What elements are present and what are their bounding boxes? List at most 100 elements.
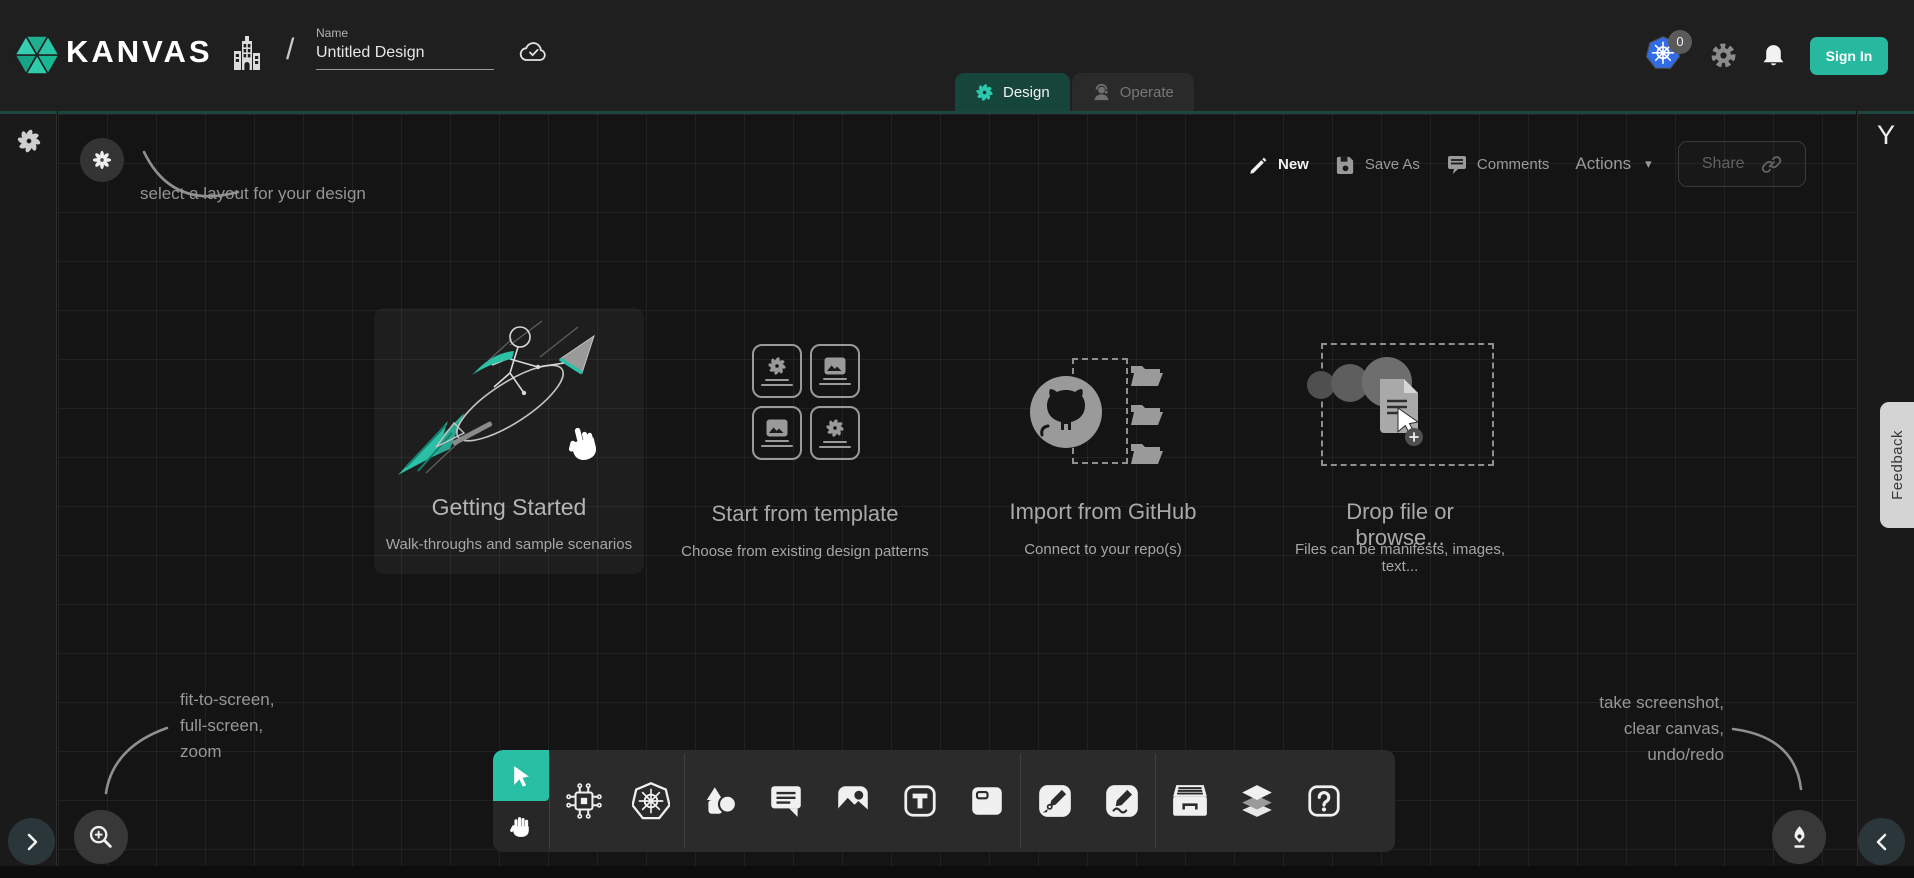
- pen-nib-icon: [1786, 824, 1813, 851]
- folder-icon: [1130, 362, 1164, 388]
- spiral-icon: [825, 418, 845, 438]
- pan-tool-button[interactable]: [493, 801, 549, 852]
- text-tool-button[interactable]: [886, 750, 953, 852]
- pointer-tools-cell: [493, 750, 549, 852]
- tools-toolbar: [493, 750, 1395, 852]
- comment-tool-button[interactable]: [752, 750, 819, 852]
- github-octocat-icon[interactable]: [1028, 374, 1104, 450]
- shapes-tool-button[interactable]: [685, 750, 752, 852]
- bottom-strip: [0, 866, 1914, 878]
- design-name-field[interactable]: Name Untitled Design: [316, 26, 494, 70]
- chip-node-icon: [565, 782, 603, 820]
- zoom-button[interactable]: [74, 810, 128, 864]
- new-button[interactable]: New: [1248, 154, 1309, 175]
- layout-hint-text: select a layout for your design: [140, 184, 366, 204]
- note-tool-icon: [968, 782, 1006, 820]
- design-name-value[interactable]: Untitled Design: [316, 44, 494, 70]
- tab-design-label: Design: [1003, 84, 1050, 101]
- comments-button[interactable]: Comments: [1446, 153, 1550, 175]
- layout-suggest-button[interactable]: [80, 138, 124, 182]
- credits-badge: 0: [1668, 30, 1692, 54]
- layers-tool-button[interactable]: [1223, 750, 1290, 852]
- actions-dropdown[interactable]: Actions ▾: [1575, 154, 1651, 174]
- tile-line: [765, 379, 789, 381]
- tile-line: [819, 383, 851, 385]
- chevron-right-icon: [24, 832, 40, 852]
- tile-line: [819, 446, 851, 448]
- image-icon: [766, 419, 788, 437]
- share-button[interactable]: Share: [1678, 141, 1806, 187]
- notifications-bell-icon[interactable]: [1761, 43, 1786, 68]
- card-title[interactable]: Import from GitHub: [1003, 499, 1203, 525]
- template-tile: [752, 344, 802, 398]
- pen-mode-button[interactable]: [1772, 810, 1826, 864]
- image-icon: [824, 357, 846, 375]
- share-label: Share: [1702, 155, 1745, 173]
- image-tool-button[interactable]: [819, 750, 886, 852]
- expand-panel-button[interactable]: [8, 818, 55, 865]
- shapes-icon: [701, 783, 737, 819]
- plus-badge-icon: [1405, 428, 1423, 446]
- kanvas-logo-icon: [14, 30, 60, 80]
- select-tool-button[interactable]: [493, 750, 549, 801]
- start-from-template-card[interactable]: [752, 344, 860, 460]
- tile-line: [823, 378, 847, 380]
- folder-icon: [1130, 401, 1164, 427]
- pencil-tool-button[interactable]: [1088, 750, 1155, 852]
- comment-tool-icon: [767, 782, 805, 820]
- kanvas-app: KANVAS / Name Untitled Design: [0, 0, 1914, 878]
- bottom-right-arrow: [1723, 713, 1818, 803]
- tab-operate[interactable]: Operate: [1072, 73, 1194, 111]
- note-line: full-screen,: [180, 713, 274, 739]
- canvas-toolbar: New Save As Comments Actions ▾ Share: [1248, 140, 1806, 188]
- feedback-label: Feedback: [1889, 430, 1906, 500]
- pencil-new-icon: [1248, 154, 1269, 175]
- comments-label: Comments: [1477, 156, 1550, 173]
- loading-spiral-icon: [16, 128, 42, 154]
- pan-hand-icon: [508, 813, 535, 840]
- note-line: clear canvas,: [1560, 716, 1724, 742]
- save-as-button[interactable]: Save As: [1335, 154, 1420, 175]
- bottom-right-note: take screenshot, clear canvas, undo/redo: [1560, 690, 1724, 768]
- collapse-panel-button[interactable]: [1858, 818, 1905, 865]
- sign-in-button[interactable]: Sign In: [1810, 37, 1888, 75]
- layers-icon: [1237, 782, 1277, 820]
- operate-headset-icon: [1092, 83, 1111, 102]
- mode-tabs: Design Operate: [955, 73, 1194, 111]
- kubernetes-wheel-icon: [632, 782, 670, 820]
- tile-line: [761, 384, 793, 386]
- folder-icon: [1130, 440, 1164, 466]
- kubernetes-credits-button[interactable]: 0: [1646, 36, 1686, 76]
- bottom-left-note: fit-to-screen, full-screen, zoom: [180, 687, 274, 765]
- tile-line: [765, 440, 789, 442]
- feedback-tab[interactable]: Feedback: [1880, 402, 1914, 528]
- note-tool-button[interactable]: [953, 750, 1020, 852]
- pen-tool-button[interactable]: [1021, 750, 1088, 852]
- card-title[interactable]: Start from template: [672, 501, 938, 527]
- card-title: Getting Started: [374, 494, 644, 521]
- help-icon: [1305, 782, 1343, 820]
- tile-line: [823, 441, 847, 443]
- settings-gear-icon[interactable]: [1710, 42, 1737, 69]
- card-subtitle: Files can be manifests, images, text...: [1290, 541, 1510, 575]
- spiral-icon: [767, 356, 787, 376]
- tab-design[interactable]: Design: [955, 73, 1070, 111]
- card-subtitle: Choose from existing design patterns: [662, 543, 948, 560]
- template-tile: [810, 344, 860, 398]
- kubernetes-tool-button[interactable]: [617, 750, 684, 852]
- template-tile: [752, 406, 802, 460]
- zoom-magnifier-icon: [87, 823, 115, 851]
- organization-building-icon: [232, 34, 262, 74]
- new-label: New: [1278, 156, 1309, 173]
- help-tool-button[interactable]: [1290, 750, 1357, 852]
- chevron-down-icon: ▾: [1645, 156, 1652, 172]
- node-tool-button[interactable]: [550, 750, 617, 852]
- template-tile: [810, 406, 860, 460]
- breadcrumb-separator: /: [286, 33, 294, 67]
- note-line: take screenshot,: [1560, 690, 1724, 716]
- header-actions: 0 Sign In: [1646, 0, 1888, 111]
- text-tool-icon: [901, 782, 939, 820]
- top-app-bar: KANVAS / Name Untitled Design: [0, 0, 1914, 111]
- drawer-tool-button[interactable]: [1156, 750, 1223, 852]
- note-line: zoom: [180, 739, 274, 765]
